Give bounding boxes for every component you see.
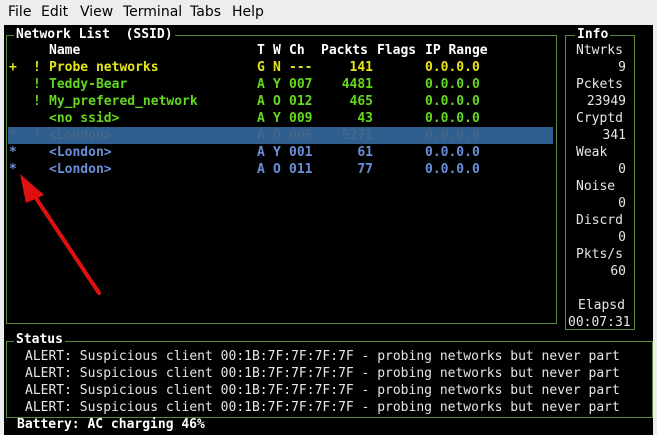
- terminal-area[interactable]: Network List (SSID) Name T W Ch Packts F…: [4, 25, 653, 435]
- menu-terminal[interactable]: Terminal: [123, 4, 182, 20]
- menu-view[interactable]: View: [80, 4, 113, 20]
- menu-help[interactable]: Help: [232, 4, 264, 20]
- menu-edit[interactable]: Edit: [41, 4, 68, 20]
- menu-file[interactable]: File: [8, 4, 31, 20]
- menu-bar: File Edit View Terminal Tabs Help: [0, 0, 657, 25]
- menu-tabs[interactable]: Tabs: [190, 4, 221, 20]
- red-arrow-annotation: [20, 174, 101, 295]
